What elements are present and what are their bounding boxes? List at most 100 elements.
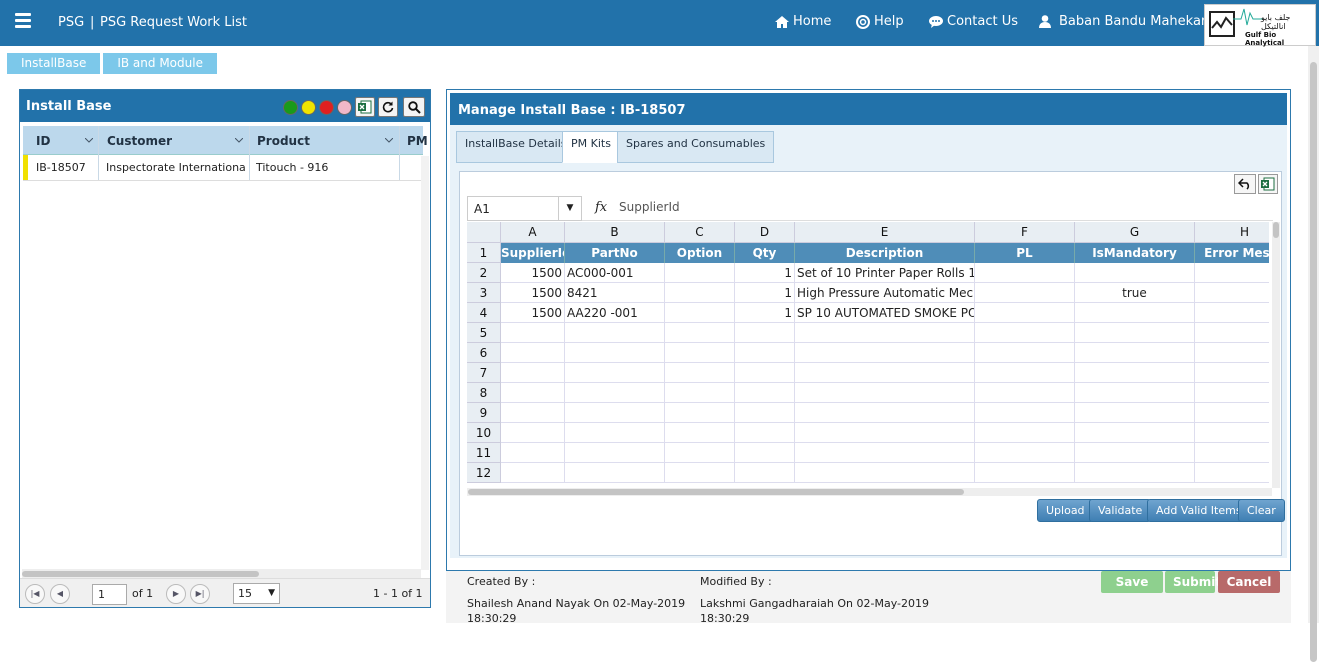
user-menu[interactable]: Baban Bandu Mahekar xyxy=(1039,14,1206,29)
first-page-button[interactable]: |◀ xyxy=(25,584,45,604)
status-filter-green[interactable] xyxy=(283,100,298,115)
grid-horizontal-scrollbar[interactable] xyxy=(22,569,421,578)
sheet-header-cell[interactable]: Qty xyxy=(735,243,795,263)
page-number-input[interactable]: 1 xyxy=(92,584,127,605)
sheet-cell[interactable]: 1 xyxy=(735,263,795,283)
sheet-cell[interactable] xyxy=(975,283,1075,303)
row-number[interactable]: 1 xyxy=(467,243,501,263)
help-link[interactable]: Help xyxy=(856,14,904,29)
sheet-cell[interactable] xyxy=(1195,283,1269,303)
refresh-button[interactable] xyxy=(378,97,398,117)
sheet-cell[interactable]: 1500 xyxy=(501,263,565,283)
row-number[interactable]: 4 xyxy=(467,303,501,323)
sheet-cell[interactable] xyxy=(665,463,735,483)
search-button[interactable] xyxy=(403,97,425,117)
sheet-header-cell[interactable]: PL xyxy=(975,243,1075,263)
tab-pm-kits[interactable]: PM Kits xyxy=(562,131,620,163)
sheet-header-cell[interactable]: Option xyxy=(665,243,735,263)
sheet-cell[interactable] xyxy=(735,383,795,403)
tab-installbase[interactable]: InstallBase xyxy=(7,53,101,74)
column-letter[interactable]: E xyxy=(795,222,975,243)
sheet-cell[interactable] xyxy=(1195,363,1269,383)
chevron-down-icon[interactable] xyxy=(85,138,93,143)
column-letter[interactable]: B xyxy=(565,222,665,243)
undo-button[interactable] xyxy=(1234,174,1256,194)
table-row[interactable]: IB-18507 Inspectorate International ... … xyxy=(23,155,423,181)
col-header-customer[interactable]: Customer xyxy=(107,134,172,148)
row-number[interactable]: 3 xyxy=(467,283,501,303)
sheet-cell[interactable] xyxy=(795,403,975,423)
sheet-cell[interactable] xyxy=(1075,403,1195,423)
sheet-cell[interactable]: AC000-001 xyxy=(565,263,665,283)
sheet-vertical-scrollbar[interactable] xyxy=(1272,222,1280,488)
sheet-cell[interactable] xyxy=(565,323,665,343)
sheet-cell[interactable] xyxy=(795,323,975,343)
sheet-cell[interactable] xyxy=(665,303,735,323)
sheet-cell[interactable] xyxy=(565,363,665,383)
sheet-cell[interactable] xyxy=(501,363,565,383)
sheet-cell[interactable]: 1 xyxy=(735,303,795,323)
sheet-cell[interactable] xyxy=(501,423,565,443)
prev-page-button[interactable]: ◀ xyxy=(50,584,70,604)
chevron-down-icon[interactable] xyxy=(385,138,393,143)
save-button[interactable]: Save xyxy=(1101,571,1163,593)
sheet-cell[interactable]: SP 10 AUTOMATED SMOKE PO xyxy=(795,303,975,323)
sheet-cell[interactable] xyxy=(975,343,1075,363)
sheet-cell[interactable] xyxy=(795,423,975,443)
sheet-cell[interactable] xyxy=(565,403,665,423)
tab-ib-and-module[interactable]: IB and Module xyxy=(103,53,217,74)
sheet-cell[interactable] xyxy=(501,463,565,483)
sheet-cell[interactable] xyxy=(1075,323,1195,343)
column-letter[interactable]: H xyxy=(1195,222,1269,243)
col-header-id[interactable]: ID xyxy=(36,134,50,148)
sheet-cell[interactable] xyxy=(1195,463,1269,483)
row-number[interactable]: 6 xyxy=(467,343,501,363)
sheet-cell[interactable] xyxy=(501,383,565,403)
sheet-cell[interactable] xyxy=(665,323,735,343)
upload-button[interactable]: Upload xyxy=(1037,499,1094,522)
tab-spares-and-consumables[interactable]: Spares and Consumables xyxy=(617,131,775,163)
sheet-cell[interactable] xyxy=(1075,363,1195,383)
formula-input[interactable]: SupplierId xyxy=(619,200,680,214)
row-number[interactable]: 11 xyxy=(467,443,501,463)
sheet-cell[interactable] xyxy=(975,383,1075,403)
validate-button[interactable]: Validate xyxy=(1089,499,1152,522)
status-filter-red[interactable] xyxy=(319,100,334,115)
sheet-cell[interactable] xyxy=(1075,463,1195,483)
column-letter[interactable]: C xyxy=(665,222,735,243)
column-letter[interactable]: G xyxy=(1075,222,1195,243)
page-scrollbar[interactable] xyxy=(1308,46,1319,662)
cancel-button[interactable]: Cancel xyxy=(1218,571,1280,593)
sheet-cell[interactable] xyxy=(975,443,1075,463)
sheet-cell[interactable] xyxy=(665,443,735,463)
page-size-select[interactable]: 15 ▼ xyxy=(233,583,280,604)
sheet-header-cell[interactable]: IsMandatory xyxy=(1075,243,1195,263)
sheet-cell[interactable] xyxy=(665,423,735,443)
sheet-cell[interactable]: true xyxy=(1075,283,1195,303)
sheet-cell[interactable] xyxy=(735,423,795,443)
sheet-cell[interactable] xyxy=(1195,323,1269,343)
sheet-cell[interactable] xyxy=(665,283,735,303)
clear-button[interactable]: Clear xyxy=(1238,499,1285,522)
sheet-cell[interactable] xyxy=(975,303,1075,323)
tab-installbase-details[interactable]: InstallBase Details xyxy=(456,131,576,163)
sheet-cell[interactable] xyxy=(565,343,665,363)
column-letter[interactable]: F xyxy=(975,222,1075,243)
sheet-cell[interactable] xyxy=(795,383,975,403)
sheet-header-cell[interactable]: Error Messa xyxy=(1195,243,1269,263)
sheet-cell[interactable] xyxy=(665,343,735,363)
sheet-cell[interactable] xyxy=(1075,263,1195,283)
row-number[interactable]: 7 xyxy=(467,363,501,383)
sheet-cell[interactable] xyxy=(1195,343,1269,363)
menu-icon[interactable] xyxy=(15,13,31,28)
sheet-excel-button[interactable] xyxy=(1258,174,1278,194)
sheet-cell[interactable] xyxy=(665,263,735,283)
sheet-header-cell[interactable]: PartNo xyxy=(565,243,665,263)
sheet-cell[interactable] xyxy=(565,383,665,403)
sheet-cell[interactable] xyxy=(565,463,665,483)
sheet-cell[interactable] xyxy=(565,423,665,443)
sheet-cell[interactable] xyxy=(1075,383,1195,403)
next-page-button[interactable]: ▶ xyxy=(166,584,186,604)
sheet-cell[interactable] xyxy=(1195,383,1269,403)
sheet-cell[interactable] xyxy=(665,383,735,403)
